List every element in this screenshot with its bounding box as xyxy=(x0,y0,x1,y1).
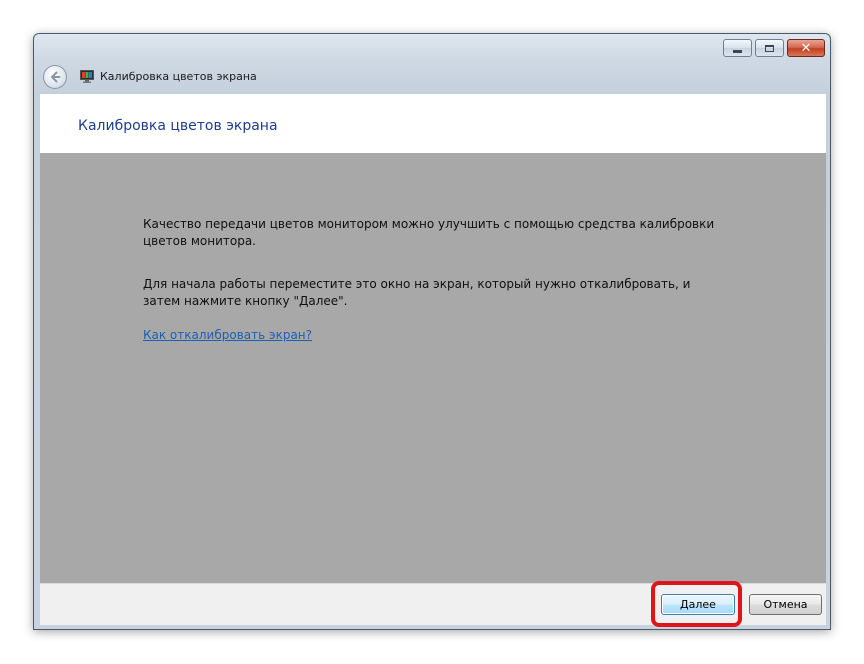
maximize-icon xyxy=(765,44,774,52)
instruction-paragraph: Для начала работы переместите это окно н… xyxy=(143,277,691,308)
caption-buttons: ✕ xyxy=(723,39,825,59)
title-bar[interactable]: ✕ Калибровка цветов экрана xyxy=(34,34,830,94)
cancel-button[interactable]: Отмена xyxy=(749,594,822,615)
color-calibration-icon xyxy=(80,70,94,83)
minimize-button[interactable] xyxy=(723,39,752,57)
window-title: Калибровка цветов экрана xyxy=(100,70,257,83)
close-button[interactable]: ✕ xyxy=(787,39,825,57)
intro-paragraph: Качество передачи цветов монитором можно… xyxy=(143,217,715,248)
wizard-content: Качество передачи цветов монитором можно… xyxy=(40,153,826,583)
back-arrow-icon xyxy=(51,71,61,83)
calibration-window: ✕ Калибровка цветов экрана Калибровка цв… xyxy=(33,33,831,630)
close-icon: ✕ xyxy=(800,40,812,56)
wizard-footer: Далее Отмена xyxy=(40,583,826,625)
help-link[interactable]: Как откалибровать экран? xyxy=(143,327,312,344)
maximize-button[interactable] xyxy=(755,39,784,57)
page-title: Калибровка цветов экрана xyxy=(78,118,278,134)
next-button[interactable]: Далее xyxy=(661,594,735,615)
wizard-header: Калибровка цветов экрана xyxy=(40,94,826,153)
back-button[interactable] xyxy=(43,65,67,89)
minimize-icon xyxy=(733,49,742,53)
